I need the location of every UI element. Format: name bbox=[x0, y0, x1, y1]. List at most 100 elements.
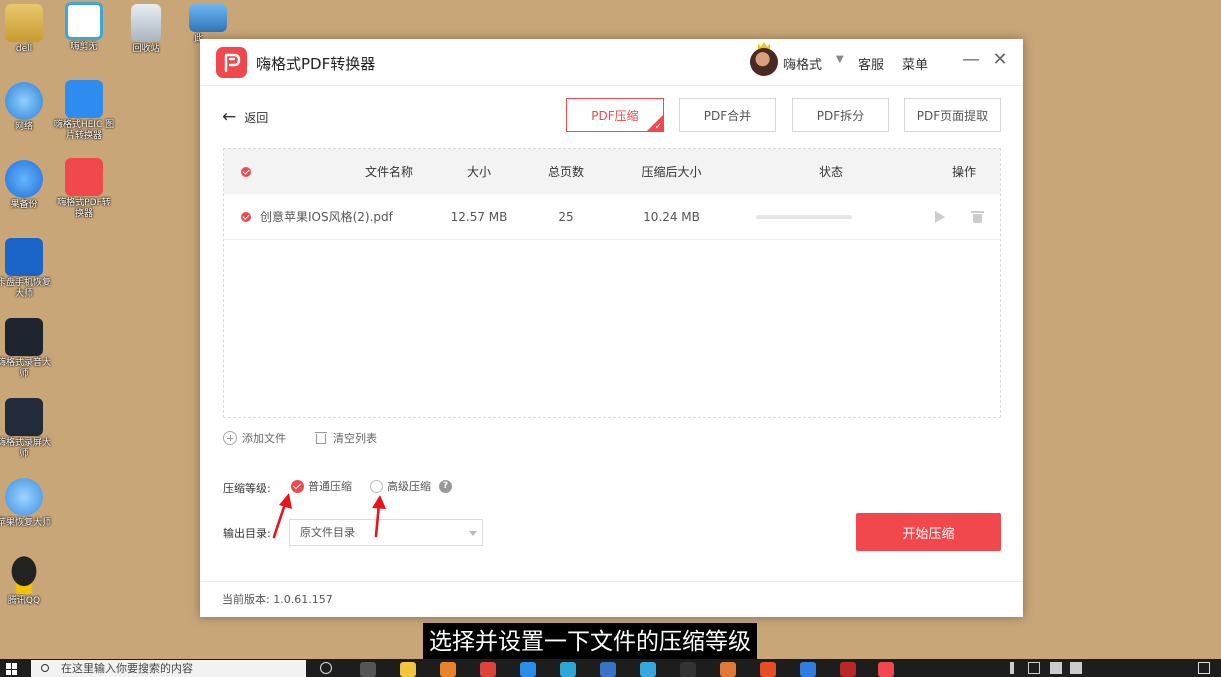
clear-list-label: 清空列表 bbox=[333, 432, 377, 445]
header-actions: 操作 bbox=[951, 165, 976, 179]
tab-label: PDF合并 bbox=[703, 108, 752, 123]
select-all-checkbox[interactable] bbox=[236, 149, 256, 194]
tab-pdf-page-extract[interactable]: PDF页面提取 bbox=[904, 98, 1001, 132]
header-status: 状态 bbox=[818, 165, 843, 179]
taskbar-search[interactable]: 在这里输入你要搜索的内容 bbox=[31, 660, 306, 677]
app-icon[interactable] bbox=[640, 662, 656, 677]
chevron-down-icon[interactable]: ▼ bbox=[836, 54, 844, 65]
check-icon bbox=[241, 211, 251, 222]
heic-app-icon bbox=[65, 80, 103, 118]
edge-icon[interactable] bbox=[520, 662, 536, 677]
close-button[interactable]: ✕ bbox=[992, 49, 1008, 73]
desktop-icon-label: 卡盘手机恢复 大师 bbox=[0, 278, 51, 299]
row-checkbox[interactable] bbox=[236, 194, 256, 239]
desktop-icon-pdf-converter[interactable]: 嗨格式PDF转 换器 bbox=[52, 158, 116, 220]
tab-pdf-merge[interactable]: PDF合并 bbox=[679, 98, 776, 132]
radio-label: 高级压缩 bbox=[387, 480, 431, 493]
chrome-icon[interactable] bbox=[480, 662, 496, 677]
clear-list-button[interactable]: 清空列表 bbox=[315, 430, 377, 446]
radio-unchecked-icon bbox=[370, 479, 383, 493]
output-dir-value: 原文件目录 bbox=[300, 526, 355, 539]
play-button[interactable] bbox=[932, 194, 948, 239]
desktop-icon-heic-converter[interactable]: 嗨格式HEIC 图片转换器 bbox=[52, 80, 116, 142]
task-view-icon[interactable] bbox=[360, 662, 376, 677]
recycle-bin-icon bbox=[131, 4, 161, 42]
desktop-icon-label: 回收站 bbox=[132, 44, 160, 54]
file-pages: 25 bbox=[558, 209, 574, 224]
battery-icon[interactable] bbox=[1028, 662, 1040, 674]
table-row[interactable]: 创意苹果IOS风格(2).pdf 12.57 MB 25 10.24 MB bbox=[224, 194, 1000, 240]
version-number: 1.0.61.157 bbox=[273, 593, 333, 606]
notification-icon[interactable] bbox=[1198, 662, 1210, 674]
tab-pdf-compress[interactable]: PDF压缩 ✓ bbox=[566, 98, 664, 132]
start-compress-button[interactable]: 开始压缩 bbox=[856, 513, 1001, 551]
delete-button[interactable] bbox=[969, 194, 985, 239]
desktop-icon-audio-recorder[interactable]: 嗨格式录音大 师 bbox=[0, 318, 56, 380]
desktop-icon-label: 果备份 bbox=[10, 200, 38, 210]
user-folder-icon bbox=[5, 4, 43, 42]
avatar[interactable] bbox=[750, 48, 778, 76]
file-explorer-icon[interactable] bbox=[400, 662, 416, 677]
camera-app-icon bbox=[5, 398, 43, 436]
file-size: 12.57 MB bbox=[450, 209, 508, 224]
back-button[interactable]: ← 返回 bbox=[222, 107, 268, 127]
pdf-converter-window: 嗨格式PDF转换器 嗨格式 ▼ 客服 菜单 — ✕ ← 返回 PDF压缩 ✓ P… bbox=[200, 39, 1023, 617]
html5-icon[interactable] bbox=[760, 662, 776, 677]
desktop-icon-label: 嗨格式录音大 师 bbox=[0, 358, 51, 379]
desktop-icon-dell[interactable]: dell bbox=[0, 4, 56, 55]
desktop-icon-jianwu[interactable]: 嗨剪无 bbox=[52, 2, 116, 53]
tab-pdf-split[interactable]: PDF拆分 bbox=[792, 98, 889, 132]
desktop-icon-recycle-bin[interactable]: 回收站 bbox=[114, 4, 178, 55]
pdf-app-taskbar-icon[interactable] bbox=[878, 662, 894, 677]
desktop-icon-screen-recorder[interactable]: 嗨格式录屏大 师 bbox=[0, 398, 56, 460]
file-table: 文件名称 大小 总页数 压缩后大小 状态 操作 创意苹果IOS风格(2).pdf… bbox=[223, 148, 1001, 418]
pdf-app-icon bbox=[65, 158, 103, 196]
chevron-down-icon bbox=[469, 531, 477, 536]
search-placeholder: 在这里输入你要搜索的内容 bbox=[61, 662, 193, 675]
app-icon[interactable] bbox=[560, 662, 576, 677]
desktop-icon-network[interactable]: 网络 bbox=[0, 82, 56, 133]
file-name: 创意苹果IOS风格(2).pdf bbox=[260, 210, 393, 224]
microphone-app-icon bbox=[5, 318, 43, 356]
radio-advanced-compression[interactable]: 高级压缩 bbox=[370, 478, 431, 494]
desktop-icon-label: 苹果恢复大师 bbox=[0, 518, 51, 528]
desktop-icon-apple-recovery[interactable]: 苹果恢复大师 bbox=[0, 478, 56, 529]
radio-normal-compression[interactable]: 普通压缩 bbox=[291, 478, 352, 494]
app-icon[interactable] bbox=[720, 662, 736, 677]
cortana-icon[interactable] bbox=[320, 662, 332, 674]
username[interactable]: 嗨格式 bbox=[783, 54, 822, 73]
desktop-icon-backup[interactable]: 果备份 bbox=[0, 160, 56, 211]
windows-start-icon[interactable] bbox=[6, 663, 18, 675]
tray-icon[interactable] bbox=[1010, 662, 1014, 674]
desktop-icon-label: 腾讯QQ bbox=[7, 596, 41, 606]
browser-icon[interactable] bbox=[440, 662, 456, 677]
back-label: 返回 bbox=[244, 110, 269, 125]
taskbar: 在这里输入你要搜索的内容 bbox=[0, 659, 1221, 677]
file-compressed-size: 10.24 MB bbox=[643, 209, 700, 224]
network-tray-icon[interactable] bbox=[1050, 662, 1062, 674]
desktop-icon-qq[interactable]: 腾讯QQ bbox=[0, 556, 56, 607]
app-logo-icon bbox=[216, 47, 247, 78]
menu-button[interactable]: 菜单 bbox=[902, 54, 928, 73]
video-subtitle: 选择并设置一下文件的压缩等级 bbox=[423, 623, 757, 661]
customer-service-button[interactable]: 客服 bbox=[858, 54, 884, 73]
checkmark-corner-icon: ✓ bbox=[646, 114, 664, 132]
help-icon[interactable]: ? bbox=[439, 480, 452, 493]
desktop-icon-phone-recovery[interactable]: 卡盘手机恢复 大师 bbox=[0, 238, 56, 300]
app-icon[interactable] bbox=[600, 662, 616, 677]
app-icon[interactable] bbox=[680, 662, 696, 677]
search-icon bbox=[41, 664, 49, 672]
desktop-icon-label: 嗨格式HEIC 图片转换器 bbox=[53, 120, 115, 141]
minimize-button[interactable]: — bbox=[962, 49, 980, 73]
annotation-arrow-icon bbox=[372, 495, 386, 538]
app-icon[interactable] bbox=[840, 662, 856, 677]
progress-track bbox=[756, 214, 852, 219]
check-icon bbox=[241, 166, 251, 177]
desktop-icon-label: 嗨格式PDF转 换器 bbox=[57, 198, 111, 219]
header-compressed-size: 压缩后大小 bbox=[641, 165, 702, 179]
network-icon bbox=[5, 82, 43, 120]
volume-icon[interactable] bbox=[1070, 662, 1082, 674]
desktop-icon-label: dell bbox=[15, 44, 33, 54]
app-icon[interactable] bbox=[800, 662, 816, 677]
add-file-button[interactable]: 添加文件 bbox=[223, 430, 286, 446]
